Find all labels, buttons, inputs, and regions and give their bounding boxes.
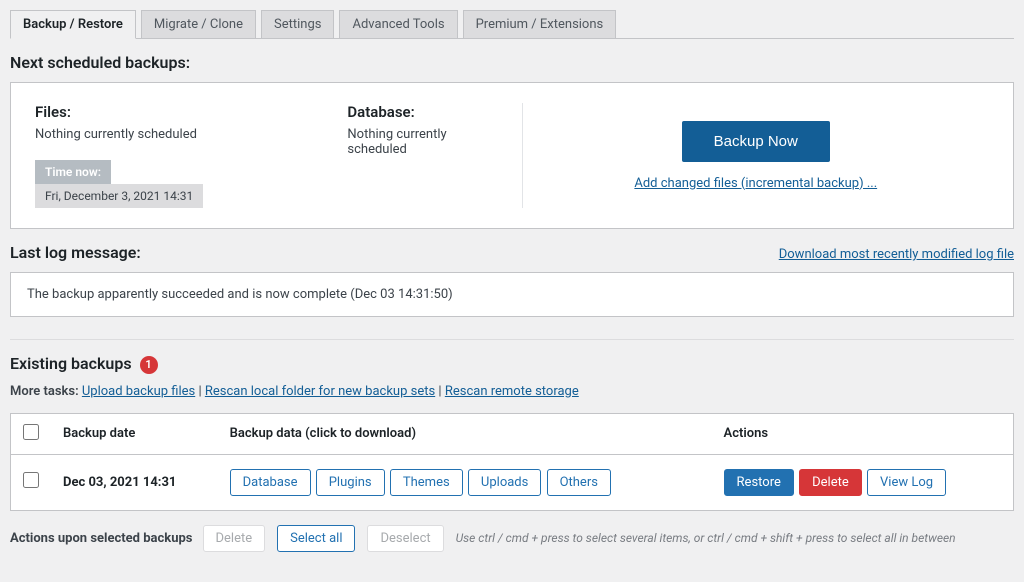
col-backup-date: Backup date	[51, 413, 218, 454]
tab-migrate-clone[interactable]: Migrate / Clone	[141, 10, 256, 38]
tab-backup-restore[interactable]: Backup / Restore	[10, 10, 136, 39]
incremental-backup-link[interactable]: Add changed files (incremental backup) .…	[634, 176, 877, 191]
rescan-remote-link[interactable]: Rescan remote storage	[445, 384, 579, 399]
next-scheduled-heading: Next scheduled backups:	[10, 53, 1014, 72]
col-actions: Actions	[712, 413, 1014, 454]
download-log-link[interactable]: Download most recently modified log file	[779, 247, 1014, 262]
backup-count-badge: 1	[140, 356, 158, 374]
table-row: Dec 03, 2021 14:31 Database Plugins Them…	[11, 454, 1014, 510]
download-themes-button[interactable]: Themes	[390, 469, 463, 496]
tabs-nav: Backup / Restore Migrate / Clone Setting…	[10, 10, 1014, 39]
col-backup-data: Backup data (click to download)	[218, 413, 712, 454]
bulk-actions-label: Actions upon selected backups	[10, 531, 193, 546]
view-log-button[interactable]: View Log	[867, 469, 946, 496]
download-uploads-button[interactable]: Uploads	[468, 469, 541, 496]
selection-hint: Use ctrl / cmd + press to select several…	[456, 531, 956, 545]
tab-advanced-tools[interactable]: Advanced Tools	[339, 10, 457, 38]
time-now-label: Time now:	[35, 160, 111, 184]
backup-now-button[interactable]: Backup Now	[682, 121, 830, 162]
backups-table: Backup date Backup data (click to downlo…	[10, 413, 1014, 511]
download-plugins-button[interactable]: Plugins	[316, 469, 385, 496]
restore-button[interactable]: Restore	[724, 469, 794, 496]
tab-settings[interactable]: Settings	[261, 10, 334, 38]
bulk-actions-row: Actions upon selected backups Delete Sel…	[10, 525, 1014, 552]
upload-backup-files-link[interactable]: Upload backup files	[82, 384, 195, 399]
row-checkbox[interactable]	[23, 472, 39, 488]
last-log-heading: Last log message:	[10, 243, 141, 262]
files-status: Nothing currently scheduled	[35, 127, 267, 142]
download-database-button[interactable]: Database	[230, 469, 311, 496]
rescan-local-link[interactable]: Rescan local folder for new backup sets	[205, 384, 435, 399]
scheduled-card: Files: Nothing currently scheduled Time …	[10, 82, 1014, 229]
divider	[10, 339, 1014, 340]
select-all-button[interactable]: Select all	[277, 525, 355, 552]
backup-date: Dec 03, 2021 14:31	[63, 475, 176, 490]
delete-button[interactable]: Delete	[799, 469, 862, 496]
more-tasks-row: More tasks: Upload backup files | Rescan…	[10, 384, 1014, 399]
existing-backups-heading: Existing backups 1	[10, 354, 1014, 374]
log-message: The backup apparently succeeded and is n…	[10, 272, 1014, 317]
download-others-button[interactable]: Others	[547, 469, 611, 496]
more-tasks-label: More tasks:	[10, 384, 79, 399]
files-label: Files:	[35, 103, 267, 121]
time-now-value: Fri, December 3, 2021 14:31	[35, 184, 203, 208]
database-status: Nothing currently scheduled	[347, 127, 501, 157]
deselect-button[interactable]: Deselect	[367, 525, 443, 552]
tab-premium-extensions[interactable]: Premium / Extensions	[463, 10, 617, 38]
database-label: Database:	[347, 103, 501, 121]
bulk-delete-button[interactable]: Delete	[203, 525, 266, 552]
select-all-checkbox[interactable]	[23, 424, 39, 440]
